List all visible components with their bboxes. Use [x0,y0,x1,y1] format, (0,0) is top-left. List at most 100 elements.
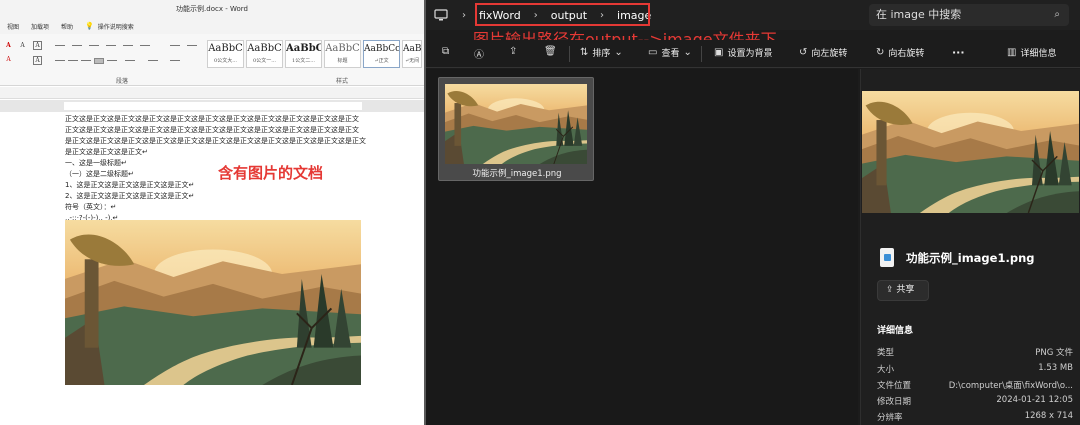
copy-icon[interactable]: ⧉ [442,46,449,57]
shading-icon[interactable] [148,60,158,61]
style-name: ↵无间 [404,58,420,64]
detail-key: 分辨率 [877,413,903,423]
multilevel-icon[interactable] [89,45,99,46]
style-no-spacing[interactable]: AaBb ↵无间 [402,40,422,68]
toolbar-separator [569,46,570,62]
indent-decrease-icon[interactable] [106,45,116,46]
body-line: 2、这是正文这是正文这是正文这是正文↵ [65,192,195,200]
sort-icon[interactable] [170,45,180,46]
detail-row-type: 类型 PNG 文件 [877,346,1073,358]
style-name: ↵正文 [374,58,389,64]
delete-icon[interactable]: 🗑 [544,46,557,57]
png-file-icon [880,248,894,267]
search-input[interactable]: 在 image 中搜索 ⌕ [869,4,1069,26]
view-label: 查看 [661,49,680,59]
share-button[interactable]: ⇪ 共享 [877,280,929,301]
style-gov-1[interactable]: AaBbC 0公文一... [246,40,283,68]
indent-increase-icon[interactable] [123,45,133,46]
document-annotation: 含有图片的文档 [218,164,324,182]
style-name: 0公文一... [253,58,276,64]
detail-key: 文件位置 [877,381,912,391]
sort-label: 排序 [592,49,611,59]
justify-icon[interactable] [94,58,104,64]
style-name: 标题 [337,58,348,64]
align-left-icon[interactable] [55,60,65,61]
details-pane-icon: ▥ [1007,47,1017,58]
set-background-button[interactable]: ▣ 设置为背景 [714,46,772,59]
highlight-icon[interactable]: A [4,56,13,65]
explorer-toolbar: ⧉ Ⓐ ⇪ 🗑 ⇅ 排序 ⌄ ▭ 查看 ⌄ ▣ 设置为背景 ↺ 向左旋转 ↻ 向右旋转 ···… [426,40,1080,68]
font-size-up-icon[interactable]: A [18,42,27,51]
group-styles-label: 样式 [336,78,349,85]
rotate-left-button[interactable]: ↺ 向左旋转 [799,46,847,59]
style-body[interactable]: AaBbCcl ↵正文 [363,40,400,68]
set-background-label: 设置为背景 [727,49,773,59]
detail-key: 修改日期 [877,397,912,407]
file-list-area[interactable]: 功能示例_image1.png [426,69,858,425]
rotate-left-icon: ↺ [799,47,808,58]
style-gov-big[interactable]: AaBbC 0公文大... [207,40,244,68]
style-sample: AaBbC [325,43,360,54]
bullets-icon[interactable] [55,45,65,46]
search-icon[interactable]: ⌕ [1054,4,1060,26]
search-placeholder: 在 image 中搜索 [876,8,962,21]
style-sample: AaBbCcl [364,44,399,54]
body-line: 是正文这是正文这是正文这是正文这是正文这是正文这是正文这是正文这是正文这是正文这… [65,137,366,145]
sort-icon: ⇅ [580,47,589,58]
style-name: 1公文二... [292,58,315,64]
align-center-icon[interactable] [68,60,78,61]
more-options-button[interactable]: ··· [952,46,965,59]
sort-button[interactable]: ⇅ 排序 ⌄ [580,46,623,59]
wallpaper-icon: ▣ [714,47,724,58]
style-gov-2[interactable]: AaBbC 1公文二... [285,40,322,68]
details-pane: 功能示例_image1.png ⇪ 共享 详细信息 类型 PNG 文件 大小 1.5… [860,69,1080,425]
align-right-icon[interactable] [81,60,91,61]
style-sample: AaBbC [286,43,321,54]
font-color-icon[interactable]: A [4,42,13,51]
detail-value: PNG 文件 [1035,348,1073,358]
share-icon[interactable]: ⇪ [509,46,517,57]
share-icon: ⇪ [886,285,897,295]
detail-value: D:\computer\桌面\fixWord\o... [948,381,1073,391]
file-name: 功能示例_image1.png [472,169,562,179]
style-sample: AaBbC [208,43,243,54]
rotate-right-label: 向右旋转 [888,49,925,59]
path-highlight-box [475,3,650,26]
menu-view[interactable]: 视图 [7,22,19,31]
line-spacing-icon[interactable] [125,60,135,61]
file-thumbnail [445,84,587,164]
lightbulb-icon: 💡 [85,22,94,30]
body-line: 是正文这是正文这是正文↵ [65,148,148,156]
file-item-selected[interactable]: 功能示例_image1.png [438,77,594,181]
menu-addins[interactable]: 加载项 [31,22,49,31]
menu-help[interactable]: 帮助 [61,22,73,31]
show-marks-icon[interactable] [187,45,197,46]
quick-access-strip [0,87,424,99]
detail-value: 1268 x 714 [1024,411,1073,421]
view-button[interactable]: ▭ 查看 ⌄ [648,46,692,59]
rename-icon[interactable]: Ⓐ [474,46,484,61]
style-sample: AaBbC [247,43,282,54]
landscape-image [65,220,361,385]
details-file-name: 功能示例_image1.png [906,251,1035,265]
rotate-right-button[interactable]: ↻ 向右旋转 [876,46,924,59]
borders-icon[interactable] [170,60,180,61]
menu-tell-me[interactable]: 操作说明搜索 [98,22,134,31]
detail-value: 1.53 MB [1038,363,1073,373]
detail-row-size: 大小 1.53 MB [877,363,1073,375]
word-ribbon: A A A A A AaBbC 0公文大... AaBbC 0公文一... AaBb… [0,34,424,86]
details-label: 详细信息 [1020,49,1057,59]
chinese-layout-icon[interactable] [140,45,150,46]
details-pane-button[interactable]: ▥ 详细信息 [1007,46,1056,59]
font-a-icon[interactable]: A [33,56,42,65]
computer-icon[interactable] [434,9,448,21]
clear-format-icon[interactable]: A [33,41,42,50]
numbering-icon[interactable] [72,45,82,46]
style-heading[interactable]: AaBbC 标题 [324,40,361,68]
share-label: 共享 [896,285,915,295]
distributed-icon[interactable] [107,60,117,61]
document-embedded-image[interactable] [65,220,361,385]
word-menu-bar: 视图 加载项 帮助 💡 操作说明搜索 [0,18,424,34]
rotate-right-icon: ↻ [876,47,885,58]
detail-row-resolution: 分辨率 1268 x 714 [877,411,1073,423]
